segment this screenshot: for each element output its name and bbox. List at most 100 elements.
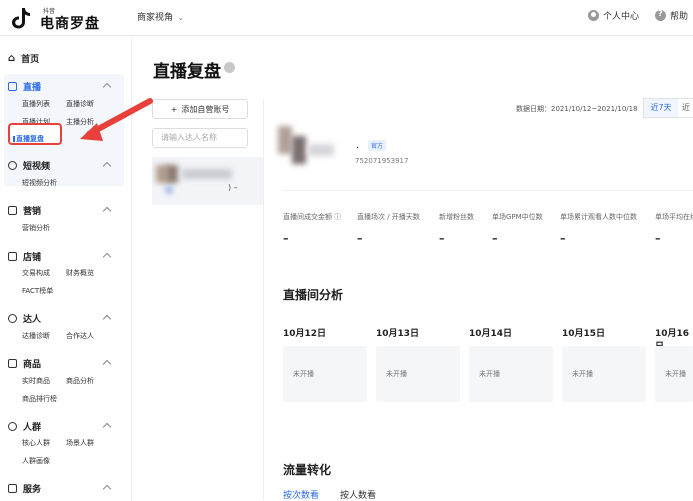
sidebar-item-fact-ranking[interactable]: FACT榜单 bbox=[22, 286, 53, 296]
tab-by-count[interactable]: 按次数看 bbox=[283, 488, 319, 501]
day-status: 未开播 bbox=[293, 370, 314, 378]
live-analysis-title: 直播间分析 bbox=[283, 288, 344, 302]
metric-value: – bbox=[357, 232, 363, 245]
product-icon bbox=[8, 359, 17, 368]
video-icon bbox=[8, 161, 17, 170]
sidebar-item-live-review[interactable]: 直播复盘 bbox=[16, 134, 44, 144]
help-link[interactable]: 帮助 bbox=[655, 9, 688, 22]
chevron-up-icon[interactable] bbox=[102, 422, 112, 432]
sidebar-item-marketing-analysis[interactable]: 营销分析 bbox=[22, 223, 50, 233]
official-badge: 官方 bbox=[368, 140, 387, 151]
account-list-item[interactable]: ) – bbox=[152, 157, 263, 205]
chevron-up-icon[interactable] bbox=[102, 314, 112, 324]
divider bbox=[283, 190, 693, 191]
user-icon bbox=[588, 10, 599, 21]
add-account-button[interactable]: + 添加自营账号 bbox=[152, 99, 248, 119]
view-switch-dropdown[interactable]: 商家视角 ⌄ bbox=[137, 10, 184, 23]
view-switch-label: 商家视角 bbox=[137, 13, 174, 23]
day-card[interactable]: 未开播 bbox=[655, 346, 693, 402]
sidebar-section-live[interactable]: 直播 bbox=[8, 80, 41, 93]
account-avatar bbox=[278, 126, 348, 166]
day-card[interactable]: 未开播 bbox=[283, 346, 367, 402]
day-status: 未开播 bbox=[572, 370, 593, 378]
day-status: 未开播 bbox=[479, 370, 500, 378]
day-card[interactable]: 未开播 bbox=[376, 346, 460, 402]
chevron-up-icon[interactable] bbox=[102, 359, 112, 369]
sidebar-section-talent[interactable]: 达人 bbox=[8, 312, 41, 325]
sidebar-item-live-diagnosis[interactable]: 直播诊断 bbox=[66, 99, 94, 109]
service-title: 服务 bbox=[23, 485, 42, 495]
sidebar-section-video[interactable]: 短视频 bbox=[8, 159, 50, 172]
metric-label: 新增粉丝数 bbox=[439, 213, 474, 221]
store-icon bbox=[8, 252, 17, 261]
help-label: 帮助 bbox=[670, 12, 689, 22]
sidebar-item-crowd-portrait[interactable]: 人群画像 bbox=[22, 456, 50, 466]
chevron-up-icon[interactable] bbox=[102, 484, 112, 494]
talent-title: 达人 bbox=[23, 315, 42, 325]
app-logo[interactable]: 抖音 电商罗盘 bbox=[10, 3, 110, 33]
user-center-label: 个人中心 bbox=[603, 12, 640, 22]
live-icon bbox=[8, 82, 17, 91]
sidebar-section-crowd[interactable]: 人群 bbox=[8, 420, 41, 433]
crowd-title: 人群 bbox=[23, 423, 42, 433]
sidebar-item-live-list[interactable]: 直播列表 bbox=[22, 99, 50, 109]
megaphone-icon bbox=[8, 206, 17, 215]
sidebar-item-trade-composition[interactable]: 交易构成 bbox=[22, 268, 50, 278]
day-label: 10月12日 bbox=[283, 329, 327, 339]
live-title: 直播 bbox=[23, 83, 42, 93]
sidebar-item-product-analysis[interactable]: 商品分析 bbox=[66, 376, 94, 386]
account-suffix: ) – bbox=[228, 183, 238, 192]
user-center-link[interactable]: 个人中心 bbox=[588, 9, 639, 22]
range-other[interactable]: 近 bbox=[682, 99, 690, 117]
sidebar-section-product[interactable]: 商品 bbox=[8, 357, 41, 370]
sidebar-item-anchor-analysis[interactable]: 主播分析 bbox=[66, 117, 94, 127]
service-icon bbox=[8, 484, 17, 493]
sidebar-section-marketing[interactable]: 营销 bbox=[8, 204, 41, 217]
blurred-name bbox=[182, 169, 232, 179]
day-card[interactable]: 未开播 bbox=[562, 346, 646, 402]
panel-divider bbox=[263, 99, 264, 500]
help-icon bbox=[655, 9, 666, 21]
day-card[interactable]: 未开播 bbox=[469, 346, 553, 402]
metric-label: 单场平均在线 bbox=[655, 213, 693, 221]
marketing-title: 营销 bbox=[23, 207, 42, 217]
sidebar: ⌂ 首页 直播 直播列表 直播诊断 直播计划 主播分析 直播复盘 短视频 短视频… bbox=[0, 37, 132, 500]
sidebar-item-video-analysis[interactable]: 短视频分析 bbox=[22, 178, 57, 188]
sidebar-item-partner-talent[interactable]: 合作达人 bbox=[66, 331, 94, 341]
metric-value: – bbox=[283, 232, 289, 245]
chevron-up-icon[interactable] bbox=[102, 252, 112, 262]
active-indicator bbox=[13, 136, 15, 142]
metric-value: – bbox=[492, 232, 498, 245]
sidebar-item-product-ranking[interactable]: 商品排行榜 bbox=[22, 394, 57, 404]
help-icon[interactable] bbox=[224, 62, 235, 73]
day-status: 未开播 bbox=[665, 370, 686, 378]
sidebar-home-label: 首页 bbox=[21, 55, 40, 65]
tab-by-people[interactable]: 按人数看 bbox=[340, 488, 376, 501]
sidebar-section-service[interactable]: 服务 bbox=[8, 482, 41, 495]
chevron-up-icon[interactable] bbox=[102, 206, 112, 216]
sidebar-item-finance-overview[interactable]: 财务概览 bbox=[66, 268, 94, 278]
crowd-icon bbox=[8, 422, 17, 431]
plus-icon: + bbox=[170, 104, 178, 114]
range-7-days[interactable]: 近7天 bbox=[644, 99, 678, 117]
metric-label: 单场GPM中位数 bbox=[492, 213, 543, 221]
sidebar-item-realtime-product[interactable]: 实时商品 bbox=[22, 376, 50, 386]
add-account-label: 添加自营账号 bbox=[181, 104, 230, 114]
sidebar-item-scene-crowd[interactable]: 场景人群 bbox=[66, 438, 94, 448]
sidebar-item-home[interactable]: ⌂ 首页 bbox=[8, 52, 39, 65]
account-id: 752071953917 bbox=[355, 157, 409, 165]
blurred-tag bbox=[166, 187, 172, 193]
date-range-selector[interactable]: 近7天 近 bbox=[643, 98, 693, 118]
metric-value: – bbox=[655, 232, 661, 245]
logo-text: 电商罗盘 bbox=[40, 16, 100, 32]
metric-value: – bbox=[439, 232, 445, 245]
sidebar-section-store[interactable]: 店铺 bbox=[8, 250, 41, 263]
top-bar: 抖音 电商罗盘 商家视角 ⌄ 个人中心 帮助 bbox=[0, 0, 693, 36]
store-title: 店铺 bbox=[23, 253, 42, 263]
home-icon: ⌂ bbox=[8, 53, 16, 64]
traffic-conversion-title: 流量转化 bbox=[283, 463, 332, 477]
talent-search-input[interactable]: 请输入达人名称 bbox=[152, 128, 248, 148]
metric-label: 直播间成交金额 ⓘ bbox=[283, 213, 342, 221]
sidebar-item-core-crowd[interactable]: 核心人群 bbox=[22, 438, 50, 448]
sidebar-item-talent-diagnosis[interactable]: 达播诊断 bbox=[22, 331, 50, 341]
